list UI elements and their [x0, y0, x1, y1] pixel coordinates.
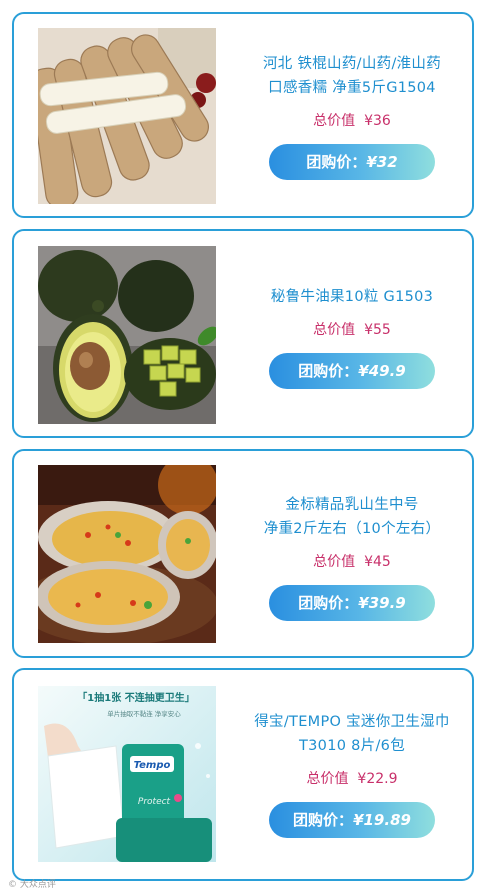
group-buy-button[interactable]: 团购价：¥49.9 — [269, 353, 435, 389]
product-title-line-2: 口感香糯 净重5斤G1504 — [268, 80, 436, 96]
product-title-line-2: T3010 8片/6包 — [298, 738, 405, 754]
product-title-line-1: 秘鲁牛油果10粒 G1503 — [270, 289, 434, 305]
group-buy-label: 团购价： — [298, 362, 359, 380]
product-title-line-1: 河北 铁棍山药/山药/淮山药 — [262, 56, 442, 72]
product-title[interactable]: 金标精品乳山生中号 净重2斤左右（10个左右） — [242, 493, 462, 541]
tempo-brand-text: Tempo — [134, 760, 171, 771]
oyster-photo[interactable] — [38, 465, 216, 643]
avocado-photo[interactable] — [38, 246, 216, 424]
group-buy-price: ¥39.9 — [358, 594, 406, 612]
product-card-2[interactable]: 秘鲁牛油果10粒 G1503 总价值 ¥55 团购价：¥49.9 — [12, 229, 474, 438]
total-label: 总价值 — [306, 771, 349, 787]
product-title-line-1: 得宝/TEMPO 宝迷你卫生湿巾 — [254, 714, 450, 730]
product-info: 金标精品乳山生中号 净重2斤左右（10个左右） 总价值 ¥45 团购价：¥39.… — [242, 493, 462, 621]
product-card-4[interactable]: 「1抽1张 不连抽更卫生」 单片抽取不黏连 净享安心 Tempo Protect… — [12, 668, 474, 881]
total-value: 总价值 ¥22.9 — [242, 768, 462, 788]
total-label: 总价值 — [313, 322, 356, 338]
product-card-3[interactable]: 金标精品乳山生中号 净重2斤左右（10个左右） 总价值 ¥45 团购价：¥39.… — [12, 449, 474, 658]
product-title-line-2: 净重2斤左右（10个左右） — [263, 521, 441, 537]
group-buy-label: 团购价： — [293, 811, 354, 829]
product-title-line-1: 金标精品乳山生中号 — [285, 497, 419, 513]
chinese-yam-photo[interactable] — [38, 28, 216, 204]
total-price: ¥36 — [364, 113, 391, 129]
group-buy-price: ¥32 — [366, 153, 398, 171]
total-label: 总价值 — [313, 554, 356, 570]
product-card-1[interactable]: 河北 铁棍山药/山药/淮山药 口感香糯 净重5斤G1504 总价值 ¥36 团购… — [12, 12, 474, 218]
total-price: ¥55 — [364, 322, 391, 338]
total-label: 总价值 — [313, 113, 356, 129]
product-info: 得宝/TEMPO 宝迷你卫生湿巾 T3010 8片/6包 总价值 ¥22.9 团… — [242, 710, 462, 838]
wipes-subline: 单片抽取不黏连 净享安心 — [107, 709, 181, 718]
total-price: ¥22.9 — [357, 771, 398, 787]
group-buy-button[interactable]: 团购价：¥19.89 — [269, 802, 435, 838]
product-info: 秘鲁牛油果10粒 G1503 总价值 ¥55 团购价：¥49.9 — [242, 285, 462, 389]
wet-wipes-photo[interactable]: 「1抽1张 不连抽更卫生」 单片抽取不黏连 净享安心 Tempo Protect — [38, 686, 216, 862]
total-value: 总价值 ¥55 — [242, 319, 462, 339]
product-info: 河北 铁棍山药/山药/淮山药 口感香糯 净重5斤G1504 总价值 ¥36 团购… — [242, 52, 462, 180]
wipes-headline: 「1抽1张 不连抽更卫生」 — [77, 691, 194, 704]
group-buy-price: ¥19.89 — [353, 811, 411, 829]
group-buy-label: 团购价： — [298, 594, 359, 612]
product-title[interactable]: 得宝/TEMPO 宝迷你卫生湿巾 T3010 8片/6包 — [242, 710, 462, 758]
group-buy-button[interactable]: 团购价：¥39.9 — [269, 585, 435, 621]
product-title[interactable]: 秘鲁牛油果10粒 G1503 — [242, 285, 462, 309]
product-title[interactable]: 河北 铁棍山药/山药/淮山药 口感香糯 净重5斤G1504 — [242, 52, 462, 100]
protect-text: Protect — [138, 797, 171, 807]
total-price: ¥45 — [364, 554, 391, 570]
group-buy-button[interactable]: 团购价：¥32 — [269, 144, 435, 180]
group-buy-label: 团购价： — [306, 153, 367, 171]
group-buy-price: ¥49.9 — [358, 362, 406, 380]
total-value: 总价值 ¥45 — [242, 551, 462, 571]
total-value: 总价值 ¥36 — [242, 110, 462, 130]
watermark: © 大众点评 — [8, 880, 56, 890]
